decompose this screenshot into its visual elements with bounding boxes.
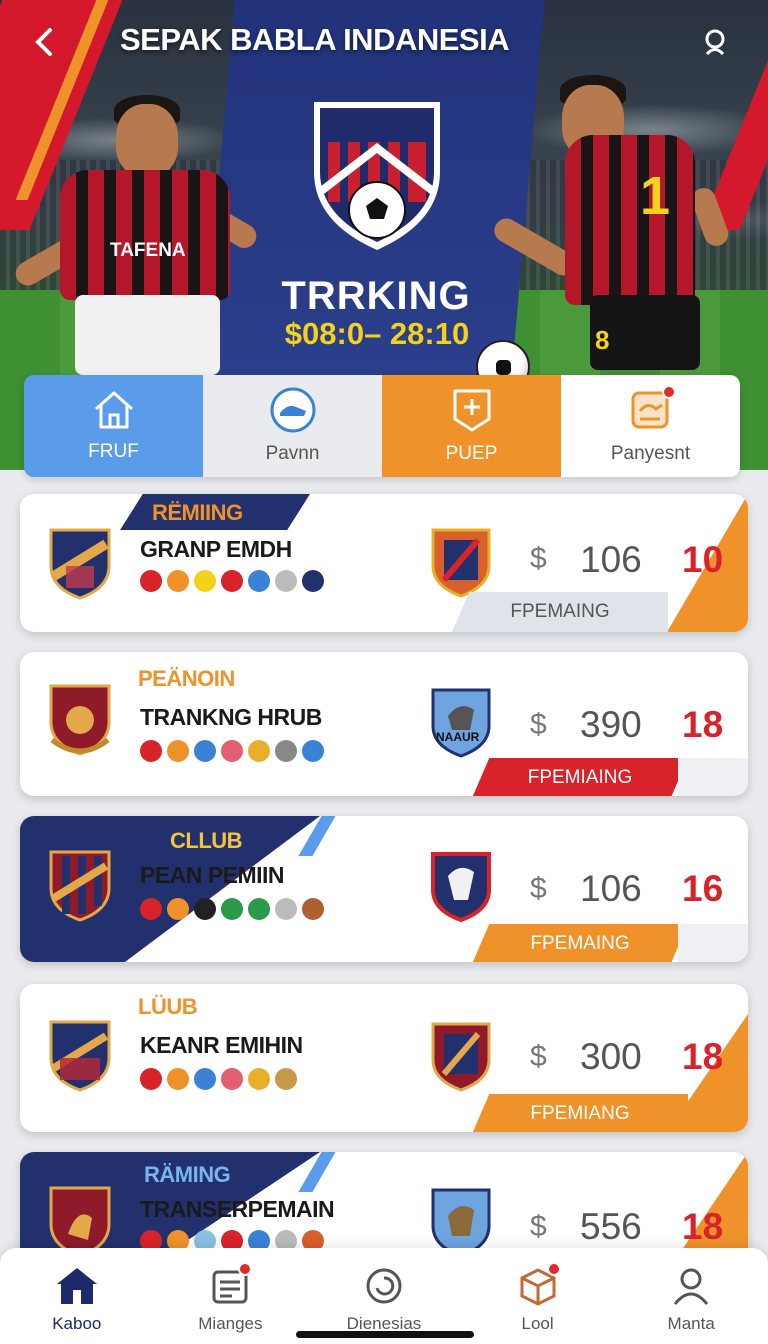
card-price: 300	[580, 1036, 642, 1077]
tab-puep[interactable]: PUEP	[382, 375, 561, 477]
currency-symbol: $	[530, 542, 547, 575]
player-right-shorts-number: 8	[595, 325, 610, 355]
nav-label: Mianges	[198, 1314, 263, 1333]
notification-dot	[661, 385, 676, 399]
nav-manta[interactable]: Manta	[614, 1248, 768, 1344]
home-icon	[94, 391, 133, 429]
hero-subheading: $08:0– 28:10	[284, 316, 470, 351]
card-title: KEANR EMIHIN	[140, 1032, 303, 1058]
tab-label: Pavnn	[265, 443, 320, 464]
card-price: 106	[580, 868, 642, 909]
player-icons	[140, 898, 324, 920]
currency-symbol: $	[530, 1040, 547, 1073]
nav-lool[interactable]: Lool	[461, 1248, 615, 1344]
card-score: 18	[682, 1036, 724, 1077]
currency-symbol: $	[530, 872, 547, 905]
category-tabs: FRUF Pavnn PUEP Panyesnt	[24, 375, 740, 477]
card-score: 18	[682, 704, 724, 745]
home-icon	[56, 1268, 97, 1304]
player-left-shirt-text: TAFENA	[110, 240, 186, 261]
status-badge: FPEMIANG	[472, 1094, 688, 1132]
status-badge: FPEMAING	[472, 924, 688, 962]
player-left: TAFENA	[0, 90, 261, 420]
opponent-badge	[431, 1022, 491, 1092]
card-score: 18	[682, 1206, 724, 1247]
status-badge: FPEMAING	[452, 592, 668, 632]
currency-symbol: $	[530, 1210, 547, 1243]
opponent-badge	[431, 852, 491, 922]
chevron-left-icon	[35, 28, 52, 56]
nav-dienesias[interactable]: Dienesias	[307, 1248, 461, 1344]
badge-plus-icon	[453, 389, 490, 432]
ranking-card-4[interactable]: LÜUB KEANR EMIHIN $ 300 18 FPEMIANG	[20, 984, 748, 1132]
nav-label: Kaboo	[52, 1314, 102, 1333]
ranking-card-1[interactable]: RËMIING GRANP EMDH $ 106 10 FPEMAING	[20, 494, 748, 632]
crest-label: FPANSER	[337, 120, 417, 139]
club-badge	[49, 684, 111, 756]
card-title: PEAN PEMIIN	[140, 862, 285, 888]
tab-label: FRUF	[88, 441, 139, 462]
card-label: RÄMING	[144, 1162, 231, 1187]
opponent-badge-text: NAAUR	[436, 730, 480, 744]
card-title: TRANKNG HRUB	[140, 704, 322, 730]
card-title: TRANSERPEMAIN	[140, 1196, 335, 1222]
opponent-badge	[431, 528, 491, 598]
opponent-badge-wrap: NAAUR	[430, 686, 492, 758]
club-badge	[49, 1020, 111, 1092]
tab-label: Panyesnt	[610, 443, 691, 464]
tab-pavnn[interactable]: Pavnn	[203, 375, 382, 477]
payment-icon-wrap	[628, 385, 676, 433]
home-indicator[interactable]	[296, 1331, 474, 1338]
player-right: 1 8	[490, 75, 768, 405]
crest-emblem	[314, 102, 440, 250]
card-score: 16	[682, 868, 724, 909]
hero-heading: TRRKING	[281, 274, 471, 318]
card-price: 556	[580, 1206, 642, 1247]
player-right-number: 1	[640, 166, 671, 226]
player-icons	[140, 570, 324, 592]
card-title: GRANP EMDH	[140, 536, 292, 562]
status-tail	[678, 924, 748, 962]
currency-symbol: $	[530, 708, 547, 741]
card-label: PEÄNOIN	[138, 666, 235, 691]
ranking-card-2[interactable]: PEÄNOIN TRANKNG HRUB NAAUR $ 390 18 FPEM…	[20, 652, 748, 796]
nav-kaboo[interactable]: Kaboo	[0, 1248, 154, 1344]
nav-label: Lool	[521, 1314, 554, 1333]
card-price: 390	[580, 704, 642, 745]
back-button[interactable]	[22, 20, 66, 64]
card-score: 10	[682, 539, 724, 580]
notification-dot	[237, 1262, 252, 1276]
app-title: SEPAK BABLA INDANESIA	[120, 22, 510, 57]
user-icon	[674, 1268, 709, 1305]
card-label: CLLUB	[170, 828, 243, 853]
bottom-navigation: Kaboo Mianges Dienesias Lool Manta	[0, 1248, 768, 1344]
search-icon	[705, 29, 725, 56]
search-button[interactable]	[694, 20, 738, 64]
club-badge	[49, 1186, 111, 1258]
refresh-icon	[366, 1268, 402, 1304]
card-label: RËMIING	[152, 500, 243, 525]
club-badge	[49, 850, 111, 922]
ranking-card-3[interactable]: CLLUB PEAN PEMIIN $ 106 16 FPEMAING	[20, 816, 748, 962]
tab-panyesnt[interactable]: Panyesnt	[561, 375, 740, 477]
status-badge: FPEMIAING	[472, 758, 688, 796]
player-icons	[140, 1068, 297, 1090]
opponent-badge	[431, 688, 491, 758]
tab-label: PUEP	[445, 443, 498, 464]
shoe-icon	[270, 387, 315, 433]
tab-fruf[interactable]: FRUF	[24, 375, 203, 477]
nav-label: Manta	[667, 1314, 715, 1333]
notification-dot	[546, 1262, 561, 1276]
card-label: LÜUB	[138, 994, 198, 1019]
club-badge	[49, 528, 111, 600]
player-icons	[140, 740, 324, 762]
nav-mianges[interactable]: Mianges	[154, 1248, 308, 1344]
status-tail	[678, 758, 748, 796]
card-price: 106	[580, 539, 642, 580]
